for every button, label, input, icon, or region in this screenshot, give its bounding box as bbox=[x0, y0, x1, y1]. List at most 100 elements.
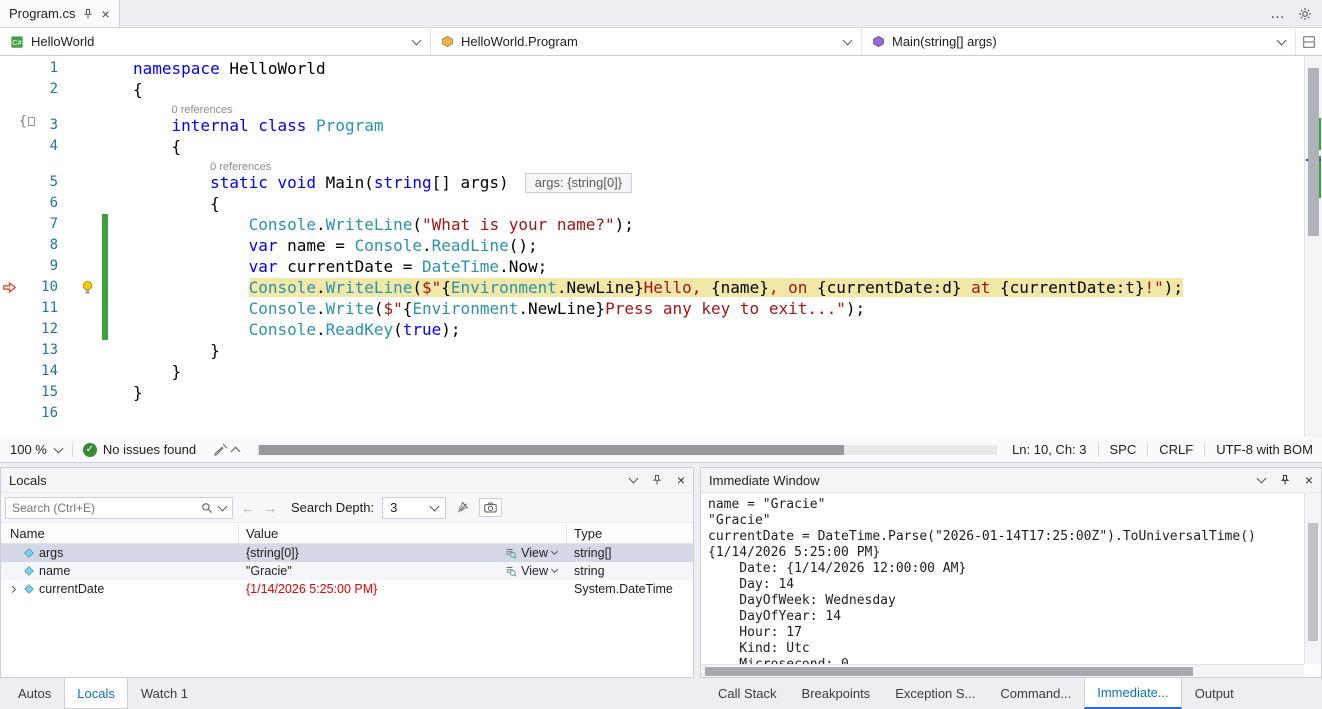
code-editor[interactable]: 1namespace HelloWorld2{0 references3 int… bbox=[0, 56, 1322, 437]
breakpoint-margin[interactable] bbox=[0, 157, 18, 172]
close-icon[interactable]: × bbox=[1305, 472, 1313, 488]
tool-tab-exception-s[interactable]: Exception S... bbox=[883, 678, 987, 709]
codelens-row: 0 references bbox=[0, 100, 1322, 115]
breakpoint-margin[interactable] bbox=[0, 235, 18, 256]
line-number: 1 bbox=[18, 58, 72, 79]
split-window-icon[interactable] bbox=[1296, 28, 1322, 55]
close-icon[interactable]: × bbox=[677, 472, 685, 488]
zoom-selector[interactable]: 100 % bbox=[0, 442, 72, 457]
code-text[interactable]: { bbox=[108, 79, 1322, 100]
breakpoint-margin[interactable] bbox=[0, 361, 18, 382]
close-icon[interactable]: × bbox=[101, 7, 109, 21]
code-text[interactable]: Console.WriteLine($"{Environment.NewLine… bbox=[108, 277, 1322, 298]
view-button[interactable]: View bbox=[505, 546, 557, 560]
type-dropdown[interactable]: HelloWorld.Program bbox=[431, 28, 862, 55]
column-header-name: Name bbox=[1, 523, 239, 543]
pin-icon[interactable] bbox=[82, 8, 94, 20]
breakpoint-margin[interactable] bbox=[0, 256, 18, 277]
tool-tab-autos[interactable]: Autos bbox=[6, 678, 63, 709]
breakpoint-margin[interactable] bbox=[0, 298, 18, 319]
cursor-position[interactable]: Ln: 10, Ch: 3 bbox=[1012, 442, 1086, 457]
breakpoint-margin[interactable] bbox=[0, 172, 18, 193]
tool-tab-watch-1[interactable]: Watch 1 bbox=[129, 678, 200, 709]
code-text[interactable]: } bbox=[108, 340, 1322, 361]
locals-row-args[interactable]: args{string[0]}Viewstring[] bbox=[1, 544, 693, 562]
code-text[interactable]: namespace HelloWorld bbox=[108, 58, 1322, 79]
breakpoint-margin[interactable] bbox=[0, 214, 18, 235]
chevron-up-icon[interactable] bbox=[231, 446, 241, 456]
search-options-icon[interactable] bbox=[454, 499, 471, 516]
breakpoint-margin[interactable] bbox=[0, 403, 18, 424]
code-cleanup-broom-icon[interactable] bbox=[214, 443, 228, 457]
breakpoint-margin[interactable] bbox=[0, 340, 18, 361]
scrollbar-thumb[interactable] bbox=[1308, 523, 1318, 641]
locals-row-name[interactable]: name"Gracie"Viewstring bbox=[1, 562, 693, 580]
immediate-vertical-scrollbar[interactable] bbox=[1304, 493, 1321, 664]
code-text[interactable]: Console.ReadKey(true); bbox=[108, 319, 1322, 340]
pin-icon[interactable] bbox=[1279, 474, 1291, 486]
search-dropdown-icon[interactable] bbox=[218, 501, 228, 511]
breakpoint-margin[interactable] bbox=[0, 100, 18, 115]
search-depth-dropdown[interactable]: 3 bbox=[382, 497, 446, 519]
immediate-header[interactable]: Immediate Window × bbox=[701, 468, 1321, 493]
current-statement-arrow-icon[interactable] bbox=[0, 277, 18, 298]
glyph-margin bbox=[72, 361, 102, 382]
window-menu-icon[interactable] bbox=[628, 474, 638, 484]
code-text[interactable]: } bbox=[108, 361, 1322, 382]
snapshot-icon[interactable] bbox=[479, 498, 502, 517]
breakpoint-margin[interactable] bbox=[0, 382, 18, 403]
locals-header[interactable]: Locals × bbox=[1, 468, 693, 493]
search-icon[interactable] bbox=[201, 502, 213, 514]
insert-mode[interactable]: SPC bbox=[1110, 442, 1137, 457]
view-button[interactable]: View bbox=[505, 564, 557, 578]
immediate-horizontal-scrollbar[interactable] bbox=[701, 664, 1304, 677]
window-menu-icon[interactable] bbox=[1256, 474, 1266, 484]
code-text[interactable]: static void Main(string[] args)args: {st… bbox=[108, 172, 1322, 193]
back-arrow-icon[interactable]: ← bbox=[241, 500, 255, 516]
code-text[interactable]: { bbox=[108, 193, 1322, 214]
code-text[interactable]: { bbox=[108, 136, 1322, 157]
locals-row-currentDate[interactable]: currentDate{1/14/2026 5:25:00 PM}System.… bbox=[1, 580, 693, 598]
search-box[interactable] bbox=[5, 497, 233, 519]
encoding[interactable]: UTF-8 with BOM bbox=[1216, 442, 1313, 457]
tool-tab-command[interactable]: Command... bbox=[988, 678, 1083, 709]
tool-tab-breakpoints[interactable]: Breakpoints bbox=[790, 678, 883, 709]
tool-tab-locals[interactable]: Locals bbox=[64, 678, 128, 709]
pin-icon[interactable] bbox=[651, 474, 663, 486]
breakpoint-margin[interactable] bbox=[0, 319, 18, 340]
expander-icon[interactable] bbox=[5, 587, 19, 592]
breakpoint-margin[interactable] bbox=[0, 115, 18, 136]
scrollbar-thumb[interactable] bbox=[705, 667, 1193, 676]
tool-tab-call-stack[interactable]: Call Stack bbox=[706, 678, 789, 709]
code-text[interactable]: 0 references bbox=[108, 100, 1322, 115]
scrollbar-thumb[interactable] bbox=[1308, 68, 1319, 236]
member-dropdown[interactable]: Main(string[] args) bbox=[862, 28, 1296, 55]
code-text[interactable]: Console.WriteLine("What is your name?"); bbox=[108, 214, 1322, 235]
tool-tab-output[interactable]: Output bbox=[1183, 678, 1246, 709]
breakpoint-margin[interactable] bbox=[0, 79, 18, 100]
code-text[interactable]: var currentDate = DateTime.Now; bbox=[108, 256, 1322, 277]
code-text[interactable]: } bbox=[108, 382, 1322, 403]
breakpoint-margin[interactable] bbox=[0, 136, 18, 157]
tool-tab-immediate[interactable]: Immediate... bbox=[1084, 678, 1182, 709]
code-text[interactable]: 0 references bbox=[108, 157, 1322, 172]
immediate-content[interactable]: name = "Gracie" "Gracie" currentDate = D… bbox=[701, 493, 1304, 664]
more-options-icon[interactable]: … bbox=[1270, 5, 1286, 22]
forward-arrow-icon[interactable]: → bbox=[263, 500, 277, 516]
editor-horizontal-scrollbar[interactable] bbox=[257, 445, 997, 455]
code-text[interactable]: var name = Console.ReadLine(); bbox=[108, 235, 1322, 256]
line-endings[interactable]: CRLF bbox=[1159, 442, 1193, 457]
editor-vertical-scrollbar[interactable] bbox=[1304, 56, 1322, 437]
code-text[interactable]: internal class Program bbox=[108, 115, 1322, 136]
project-dropdown[interactable]: C# HelloWorld bbox=[0, 28, 431, 55]
search-input[interactable] bbox=[12, 501, 195, 515]
document-tab[interactable]: Program.cs × bbox=[0, 0, 120, 27]
lightbulb-icon[interactable] bbox=[72, 277, 102, 298]
settings-gear-icon[interactable] bbox=[1298, 7, 1312, 21]
breakpoint-margin[interactable] bbox=[0, 58, 18, 79]
scrollbar-thumb[interactable] bbox=[259, 445, 844, 455]
code-text[interactable]: Console.Write($"{Environment.NewLine}Pre… bbox=[108, 298, 1322, 319]
breakpoint-margin[interactable] bbox=[0, 193, 18, 214]
code-text[interactable] bbox=[108, 403, 1322, 424]
issues-indicator[interactable]: ✓ No issues found bbox=[73, 442, 206, 457]
